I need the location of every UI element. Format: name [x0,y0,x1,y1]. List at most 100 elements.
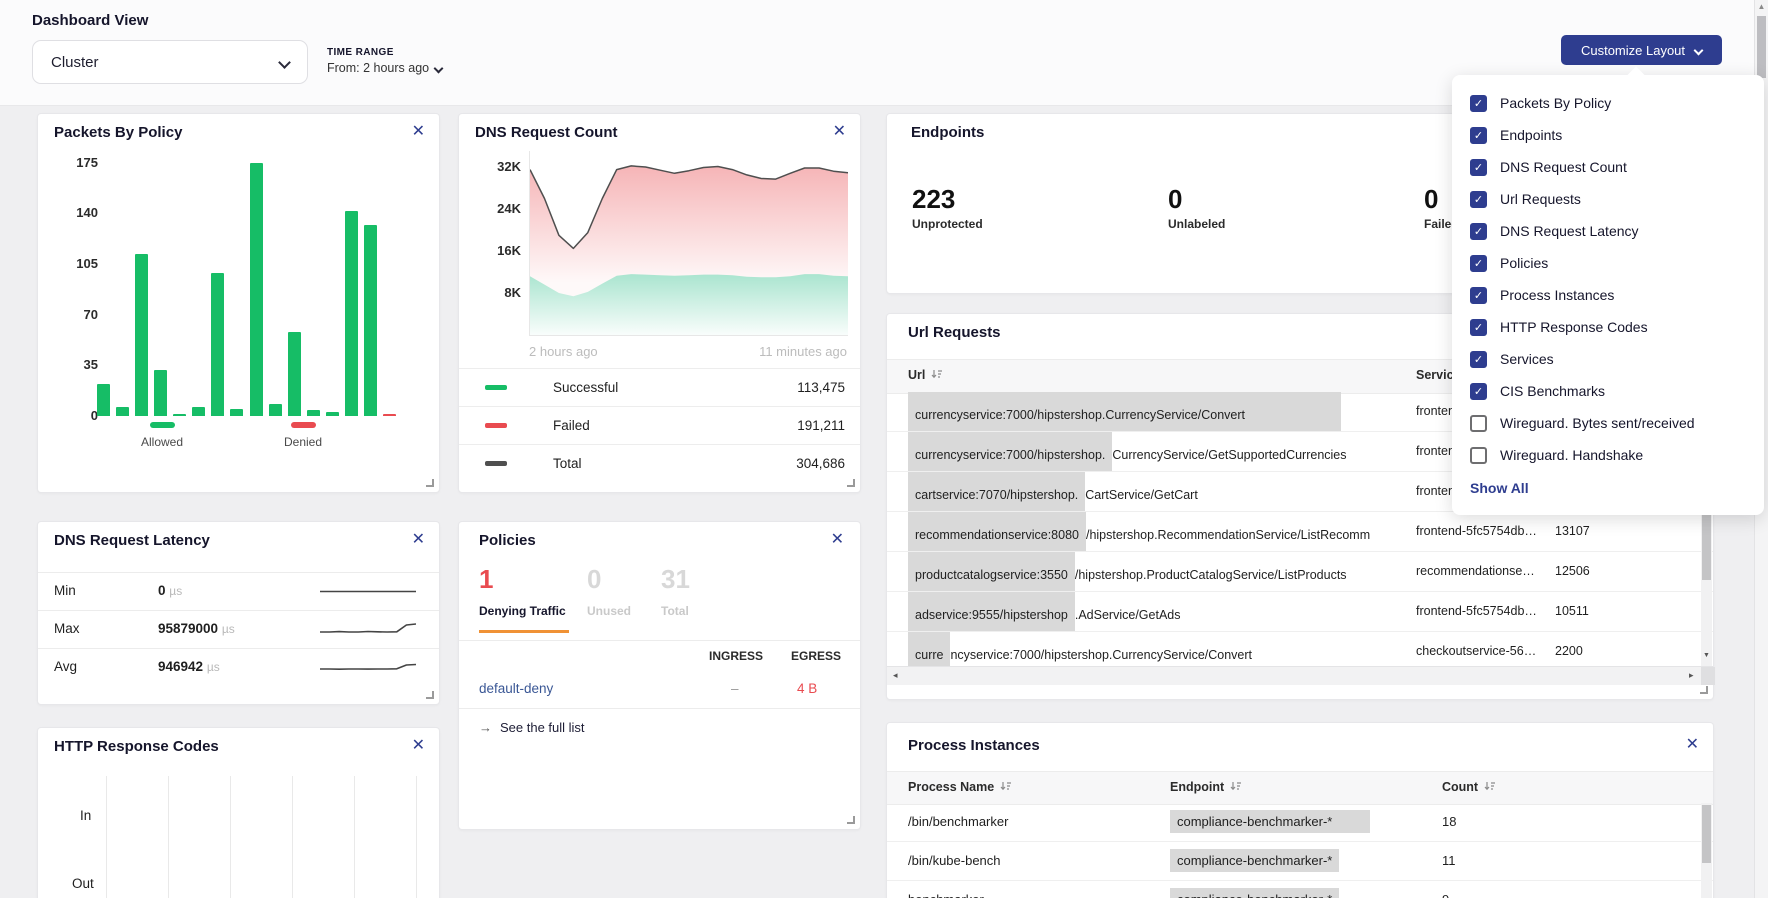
total-swatch [485,461,507,466]
table-row[interactable]: /bin/benchmarker compliance-benchmarker-… [887,803,1713,842]
menu-item-services[interactable]: ✓Services [1452,343,1764,375]
table-row[interactable]: /bin/kube-bench compliance-benchmarker-*… [887,842,1713,881]
view-selector[interactable]: Cluster [32,40,308,84]
table-row[interactable]: recommendationservice:8080/hipstershop.R… [887,512,1713,552]
legend-row: Total 304,686 [459,444,860,482]
menu-item-dns-request-count[interactable]: ✓DNS Request Count [1452,151,1764,183]
column-count[interactable]: Count [1442,780,1495,794]
chevron-down-icon [1694,45,1704,55]
x-axis-end: 11 minutes ago [709,344,847,359]
column-endpoint[interactable]: Endpoint [1170,780,1241,794]
menu-item-process-instances[interactable]: ✓Process Instances [1452,279,1764,311]
menu-item-cis-benchmarks[interactable]: ✓CIS Benchmarks [1452,375,1764,407]
resize-handle[interactable] [426,691,434,699]
checkbox-icon [1470,415,1487,432]
panel-policies: Policies ✕ 1 Denying Traffic 0 Unused 31… [458,521,861,830]
successful-swatch [485,385,507,390]
menu-item-endpoints[interactable]: ✓Endpoints [1452,119,1764,151]
y-tick: 35 [60,357,98,372]
resize-handle[interactable] [426,479,434,487]
gridline [168,776,169,898]
close-icon[interactable]: ✕ [412,738,425,754]
checkbox-icon: ✓ [1470,255,1487,272]
latency-row-avg: Avg 946942 µs [38,648,439,686]
policy-link[interactable]: default-deny [479,681,553,696]
chevron-down-icon [278,56,291,69]
y-tick: 0 [60,408,98,423]
close-icon[interactable]: ✕ [412,532,425,548]
dashboard-page: Dashboard View Cluster TIME RANGE From: … [0,0,1768,898]
scroll-left-icon[interactable]: ◂ [893,670,898,681]
legend-row: Failed 191,211 [459,406,860,444]
y-tick: 24K [479,201,521,216]
tab-denying-traffic[interactable]: 1 Denying Traffic [479,564,566,618]
y-tick: 32K [479,159,521,174]
close-icon[interactable]: ✕ [831,532,844,548]
y-label-in: In [80,808,91,823]
latency-row-max: Max 95879000 µs [38,610,439,648]
close-icon[interactable]: ✕ [1686,737,1699,753]
tab-total[interactable]: 31 Total [661,564,690,618]
gridline [416,776,417,898]
menu-item-wireguard-handshake[interactable]: Wireguard. Handshake [1452,439,1764,471]
menu-item-packets-by-policy[interactable]: ✓Packets By Policy [1452,87,1764,119]
scroll-right-icon[interactable]: ▸ [1689,670,1694,681]
time-range-value: From: 2 hours ago [327,61,429,75]
stat-unprotected: 223 Unprotected [912,184,983,231]
see-full-list-link[interactable]: →See the full list [479,720,585,735]
show-all-link[interactable]: Show All [1452,471,1764,505]
panel-process-instances: Process Instances ✕ Process Name Endpoin… [886,722,1714,898]
y-tick: 140 [60,205,98,220]
panel-http-response-codes: HTTP Response Codes ✕ In Out [37,727,440,898]
sparkline-chart [320,619,416,639]
table-horizontal-scrollbar[interactable]: ◂ ▸ [887,666,1713,685]
table-row[interactable]: productcatalogservice:3550/hipstershop.P… [887,552,1713,592]
panel-title: Process Instances [908,737,1040,754]
checkbox-icon: ✓ [1470,191,1487,208]
time-range[interactable]: TIME RANGE From: 2 hours ago [327,47,442,75]
close-icon[interactable]: ✕ [833,124,846,140]
table-row[interactable]: benchmarker compliance-benchmarker-* 9 [887,881,1713,898]
page-scrollbar-thumb[interactable] [1757,16,1766,78]
resize-handle[interactable] [847,816,855,824]
menu-item-wireguard-bytes[interactable]: Wireguard. Bytes sent/received [1452,407,1764,439]
column-egress: EGRESS [791,649,841,663]
scrollbar-thumb[interactable] [1702,805,1711,863]
y-label-out: Out [72,876,94,891]
view-selector-value: Cluster [51,54,99,71]
tab-unused[interactable]: 0 Unused [587,564,631,618]
menu-item-url-requests[interactable]: ✓Url Requests [1452,183,1764,215]
panel-title: Endpoints [911,124,984,141]
customize-layout-button[interactable]: Customize Layout [1561,35,1722,65]
column-process-name[interactable]: Process Name [908,780,1011,794]
latency-row-min: Min 0 µs [38,572,439,610]
y-tick: 8K [479,285,521,300]
checkbox-icon: ✓ [1470,223,1487,240]
menu-item-dns-request-latency[interactable]: ✓DNS Request Latency [1452,215,1764,247]
x-category-allowed: Allowed [132,422,192,449]
resize-handle[interactable] [847,479,855,487]
table-header: Process Name Endpoint Count [887,771,1713,805]
menu-item-http-response-codes[interactable]: ✓HTTP Response Codes [1452,311,1764,343]
table-row[interactable]: adservice:9555/hipstershop.AdService/Get… [887,592,1713,632]
scroll-down-icon[interactable]: ▼ [1701,652,1712,659]
panel-title: Url Requests [908,324,1001,341]
panel-dns-request-count: DNS Request Count ✕ 32K 24K 16K 8K 2 hou… [458,113,861,493]
page-title: Dashboard View [32,12,148,29]
bar-chart [97,163,396,416]
checkbox-icon [1470,447,1487,464]
checkbox-icon: ✓ [1470,319,1487,336]
resize-handle[interactable] [1700,686,1708,694]
x-axis-start: 2 hours ago [529,344,598,359]
checkbox-icon: ✓ [1470,351,1487,368]
table-vertical-scrollbar[interactable] [1701,803,1712,898]
column-url[interactable]: Url [908,368,942,382]
latency-table: Min 0 µs Max 95879000 µs Avg 946942 µs [38,572,439,686]
legend-row: Successful 113,475 [459,368,860,406]
panel-dns-request-latency: DNS Request Latency ✕ Min 0 µs Max 95879… [37,521,440,705]
denied-swatch [291,422,316,428]
sort-icon [931,368,942,382]
menu-item-policies[interactable]: ✓Policies [1452,247,1764,279]
scroll-up-icon[interactable]: ▲ [1755,2,1768,11]
close-icon[interactable]: ✕ [412,124,425,140]
